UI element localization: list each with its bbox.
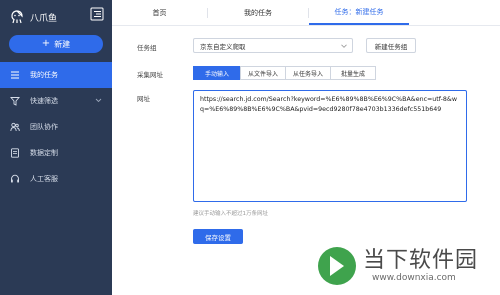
sidebar-item-team[interactable]: 团队协作 (0, 114, 112, 140)
watermark-title: 当下软件园 (363, 248, 479, 273)
team-icon (10, 122, 20, 132)
task-group-select[interactable]: 京东自定义爬取 (193, 38, 353, 53)
filter-icon (10, 97, 20, 106)
new-task-label: 新建 (54, 39, 71, 49)
tab-label: 任务：新建任务 (334, 7, 384, 16)
collect-url-label: 采集网址 (137, 71, 163, 79)
task-group-label: 任务组 (137, 44, 157, 52)
sidebar-item-label: 人工客服 (30, 175, 58, 183)
tab-new-task[interactable]: 任务：新建任务 (309, 0, 409, 25)
sidebar-item-data-custom[interactable]: 数据定制 (0, 140, 112, 166)
sidebar-item-quick-filter[interactable]: 快速筛选 (0, 88, 112, 114)
mode-import-task[interactable]: 从任务导入 (285, 66, 331, 80)
mode-import-file[interactable]: 从文件导入 (240, 66, 286, 80)
app-name: 八爪鱼 (30, 13, 58, 24)
url-limit-hint: 建议手动输入不超过1万条网址 (193, 211, 269, 217)
task-group-value: 京东自定义爬取 (200, 42, 246, 51)
collect-mode-tabs: 手动输入 从文件导入 从任务导入 批量生成 (193, 66, 376, 80)
tab-label: 我的任务 (244, 8, 272, 17)
sidebar-item-label: 我的任务 (30, 71, 58, 79)
sidebar-item-label: 数据定制 (30, 149, 58, 157)
chevron-down-icon (341, 44, 347, 48)
url-label: 网址 (137, 95, 150, 103)
sidebar-item-support[interactable]: 人工客服 (0, 166, 112, 192)
new-task-group-button[interactable]: 新建任务组 (366, 38, 416, 53)
app-logo: 八爪鱼 (10, 8, 57, 26)
sidebar-item-my-tasks[interactable]: 我的任务 (0, 62, 112, 88)
mode-manual-input[interactable]: 手动输入 (193, 66, 241, 80)
watermark-url: www.downxia.com (372, 273, 456, 283)
tab-home[interactable]: 首页 (112, 0, 207, 25)
octopus-logo-icon (11, 10, 23, 24)
tab-label: 首页 (152, 8, 167, 17)
url-textarea[interactable]: https://search.jd.com/Search?keyword=%E6… (193, 90, 467, 202)
tab-bar: 首页 我的任务 任务：新建任务 (112, 0, 500, 26)
plus-icon: + (41, 38, 51, 49)
sidebar-item-label: 快速筛选 (30, 97, 58, 105)
sidebar: 八爪鱼 + 新建 我的任务 快速筛选 团队协作 数据定制 人工客服 (0, 0, 112, 295)
save-settings-button[interactable]: 保存设置 (193, 229, 243, 244)
sidebar-item-label: 团队协作 (30, 123, 58, 131)
tab-my-tasks[interactable]: 我的任务 (208, 0, 308, 25)
new-task-button[interactable]: + 新建 (9, 35, 103, 53)
mode-batch-generate[interactable]: 批量生成 (330, 66, 376, 80)
sidebar-menu: 我的任务 快速筛选 团队协作 数据定制 人工客服 (0, 62, 112, 192)
list-icon (11, 71, 19, 79)
chevron-down-icon (95, 98, 102, 103)
headset-icon (11, 174, 19, 183)
document-icon (11, 148, 19, 158)
collapse-menu-icon[interactable] (90, 7, 104, 21)
